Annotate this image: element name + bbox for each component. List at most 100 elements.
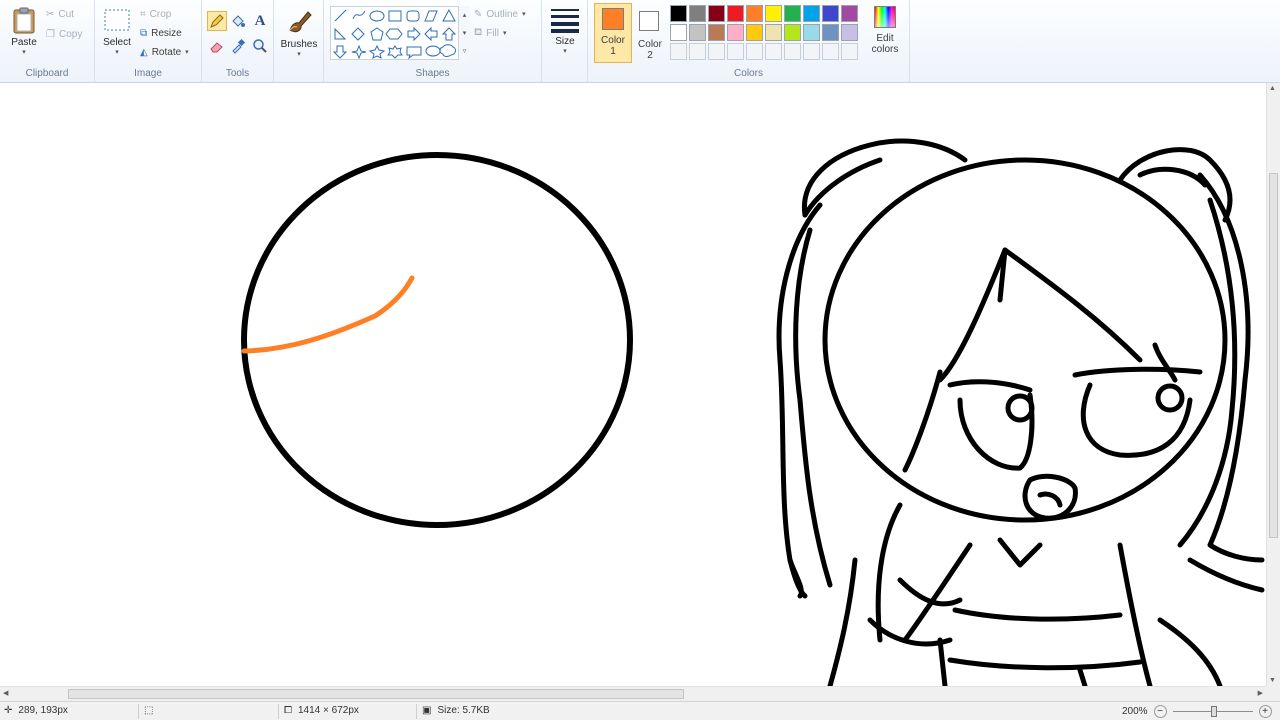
- eraser-icon: [210, 42, 223, 53]
- paste-button[interactable]: Paste ▾: [8, 6, 40, 56]
- scroll-down-icon[interactable]: ▼: [1269, 677, 1276, 684]
- outline-button[interactable]: ✎ Outline ▾: [474, 6, 526, 22]
- palette-empty-slot[interactable]: [822, 43, 839, 60]
- zoom-level: 200%: [1122, 706, 1148, 717]
- palette-empty-slot[interactable]: [670, 43, 687, 60]
- paste-label: Paste: [11, 37, 37, 48]
- chevron-down-icon: ▾: [502, 30, 507, 37]
- palette-color-swatch[interactable]: [708, 24, 725, 41]
- ribbon: Paste ▾ ✂ Cut ❐ Copy Clipboard Select ▾: [0, 0, 1280, 83]
- shapes-gallery[interactable]: [330, 6, 470, 60]
- rotate-icon: ◭: [140, 46, 148, 58]
- palette-color-swatch[interactable]: [727, 5, 744, 22]
- palette-empty-slot[interactable]: [803, 43, 820, 60]
- size-label: Size: [555, 36, 575, 47]
- palette-color-swatch[interactable]: [670, 24, 687, 41]
- palette-empty-slot[interactable]: [746, 43, 763, 60]
- rotate-label: Rotate: [151, 46, 182, 58]
- brushes-button[interactable]: Brushes ▾: [280, 6, 318, 58]
- palette-color-swatch[interactable]: [784, 5, 801, 22]
- zoom-slider[interactable]: [1172, 706, 1253, 717]
- palette-color-swatch[interactable]: [670, 5, 687, 22]
- horizontal-scroll-thumb[interactable]: [68, 689, 684, 699]
- fill-tool[interactable]: [228, 11, 248, 31]
- fill-bucket-icon: ⛾: [474, 26, 483, 38]
- palette-color-swatch[interactable]: [784, 24, 801, 41]
- eyedropper-icon: [232, 38, 246, 54]
- palette-empty-slot[interactable]: [841, 43, 858, 60]
- eraser-tool[interactable]: [207, 36, 227, 56]
- rainbow-icon: [874, 6, 896, 28]
- zoom-slider-thumb[interactable]: [1210, 706, 1217, 717]
- cut-button[interactable]: ✂ Cut: [46, 6, 74, 22]
- cursor-position: ✛ 289, 193px: [4, 705, 68, 716]
- crosshair-icon: ✛: [4, 705, 13, 716]
- scrollbar-corner: [1266, 686, 1280, 701]
- text-a-icon: A: [254, 12, 266, 29]
- status-divider: [278, 704, 279, 719]
- edit-colors-button[interactable]: Edit colors: [868, 6, 902, 62]
- palette-color-swatch[interactable]: [803, 24, 820, 41]
- palette-color-swatch[interactable]: [841, 24, 858, 41]
- color2-button[interactable]: Color 2: [634, 3, 666, 63]
- palette-empty-slot[interactable]: [708, 43, 725, 60]
- image-group-label: Image: [134, 68, 162, 79]
- palette-empty-slot[interactable]: [765, 43, 782, 60]
- zoom-in-icon[interactable]: +: [1258, 705, 1272, 718]
- text-tool[interactable]: A: [250, 11, 270, 31]
- palette-color-swatch[interactable]: [746, 5, 763, 22]
- vertical-scroll-thumb[interactable]: [1269, 173, 1278, 538]
- status-divider: [416, 704, 417, 719]
- color-picker-tool[interactable]: [228, 36, 248, 56]
- palette-color-swatch[interactable]: [803, 5, 820, 22]
- colors-group: Color 1 Color 2 Edit colors Colors: [588, 0, 910, 82]
- palette-empty-slot[interactable]: [784, 43, 801, 60]
- status-divider: [138, 704, 139, 719]
- palette-empty-slot[interactable]: [727, 43, 744, 60]
- chevron-down-icon: ▾: [115, 49, 119, 56]
- chevron-down-icon: ▾: [522, 11, 526, 18]
- magnifier-tool[interactable]: [250, 36, 270, 56]
- resize-button[interactable]: ⧉ Resize: [140, 25, 182, 41]
- drawing-canvas[interactable]: [0, 83, 1266, 686]
- shapes-group: ▴ ▾ ▿ ✎ Outline ▾ ⛾ Fill ▾ Shapes: [324, 0, 542, 82]
- scroll-up-icon[interactable]: ▲: [1269, 85, 1276, 92]
- shapes-scroll[interactable]: ▴ ▾ ▿: [458, 6, 470, 60]
- fill-button[interactable]: ⛾ Fill ▾: [474, 25, 506, 41]
- palette-color-swatch[interactable]: [822, 24, 839, 41]
- paint-bucket-icon: [232, 15, 245, 27]
- palette-empty-slot[interactable]: [689, 43, 706, 60]
- crop-button[interactable]: ⌗ Crop: [140, 6, 171, 22]
- select-button[interactable]: Select ▾: [101, 8, 133, 56]
- selection-size: ⬚: [144, 705, 153, 716]
- color1-button[interactable]: Color 1: [594, 3, 632, 63]
- chevron-down-icon: ▾: [185, 49, 189, 56]
- vertical-scrollbar[interactable]: ▲ ▼: [1266, 83, 1280, 686]
- selection-icon: ⬚: [144, 705, 154, 716]
- zoom-out-icon[interactable]: −: [1153, 705, 1167, 718]
- palette-color-swatch[interactable]: [765, 5, 782, 22]
- palette-color-swatch[interactable]: [746, 24, 763, 41]
- palette-color-swatch[interactable]: [727, 24, 744, 41]
- drawn-circle: [241, 152, 633, 528]
- copy-button[interactable]: ❐ Copy: [46, 26, 82, 42]
- horizontal-scrollbar[interactable]: ◀ ▶: [0, 686, 1266, 701]
- palette-color-swatch[interactable]: [689, 5, 706, 22]
- canvas-size: ⧠ 1414 × 672px: [284, 705, 359, 716]
- file-size: ▣ Size: 5.7KB: [422, 705, 490, 716]
- edit-colors-line1: Edit: [876, 33, 894, 44]
- line-size-icon: [551, 9, 579, 33]
- palette-color-swatch[interactable]: [689, 24, 706, 41]
- size-button[interactable]: Size ▾: [548, 7, 582, 55]
- scroll-right-icon[interactable]: ▶: [1258, 689, 1263, 697]
- outline-pen-icon: ✎: [474, 8, 483, 20]
- rotate-button[interactable]: ◭ Rotate ▾: [140, 44, 189, 60]
- palette-color-swatch[interactable]: [841, 5, 858, 22]
- color-palette: [670, 5, 870, 65]
- palette-color-swatch[interactable]: [822, 5, 839, 22]
- palette-color-swatch[interactable]: [765, 24, 782, 41]
- color2-label-line1: Color: [638, 39, 662, 50]
- scroll-left-icon[interactable]: ◀: [3, 689, 8, 697]
- pencil-tool[interactable]: [207, 11, 227, 31]
- palette-color-swatch[interactable]: [708, 5, 725, 22]
